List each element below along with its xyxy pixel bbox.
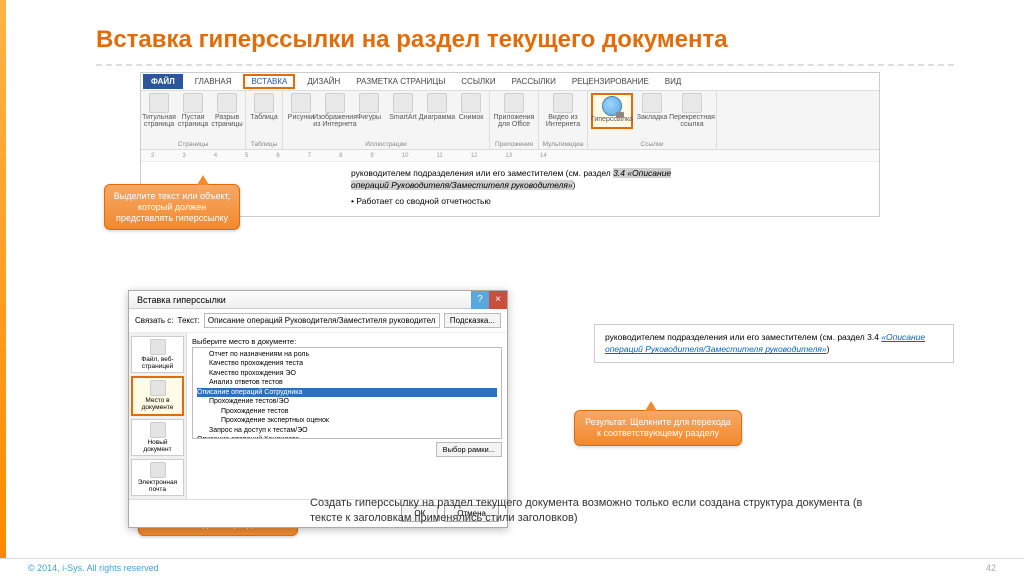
dialog-titlebar: Вставка гиперссылки ? × bbox=[129, 291, 507, 309]
slide-footer: © 2014, i-Sys. All rights reserved 42 bbox=[0, 558, 1024, 576]
tab-insert[interactable]: ВСТАВКА bbox=[243, 74, 295, 89]
online-video-button[interactable]: Видео из Интернета bbox=[542, 93, 584, 129]
tab-view[interactable]: ВИД bbox=[661, 74, 686, 89]
webpic-icon bbox=[325, 93, 345, 113]
dialog-title: Вставка гиперссылки bbox=[137, 295, 226, 305]
tree-item[interactable]: Отчет по назначениям на роль bbox=[197, 350, 497, 359]
video-icon bbox=[553, 93, 573, 113]
document-structure-tree[interactable]: Отчет по назначениям на роль Качество пр… bbox=[192, 347, 502, 439]
shapes-icon bbox=[359, 93, 379, 113]
doc-line: операций Руководителя/Заместителя руково… bbox=[351, 180, 849, 192]
blank-icon bbox=[183, 93, 203, 113]
linkto-place-in-doc[interactable]: Место в документе bbox=[131, 376, 184, 415]
linkto-email[interactable]: Электронная почта bbox=[131, 459, 184, 496]
tree-item[interactable]: Прохождение тестов/ЭО bbox=[197, 397, 497, 406]
tab-review[interactable]: РЕЦЕНЗИРОВАНИЕ bbox=[568, 74, 653, 89]
accent-bar bbox=[0, 0, 6, 558]
target-frame-button[interactable]: Выбор рамки... bbox=[436, 442, 502, 457]
linkto-new-doc[interactable]: Новый документ bbox=[131, 419, 184, 456]
chart-icon bbox=[427, 93, 447, 113]
page-number: 42 bbox=[986, 563, 996, 573]
newdoc-icon bbox=[150, 422, 166, 438]
online-pictures-button[interactable]: Изображения из Интернета bbox=[320, 93, 350, 129]
ruler: 234567891011121314 bbox=[141, 149, 879, 161]
crossref-icon bbox=[682, 93, 702, 113]
place-icon bbox=[150, 380, 166, 396]
shapes-button[interactable]: Фигуры bbox=[354, 93, 384, 129]
tree-item[interactable]: Качество прохождения теста bbox=[197, 359, 497, 368]
tree-item[interactable]: Прохождение тестов bbox=[197, 407, 497, 416]
cross-reference-button[interactable]: Перекрестная ссылка bbox=[671, 93, 713, 129]
doc-line: руководителем подразделения или его заме… bbox=[351, 168, 849, 180]
break-icon bbox=[217, 93, 237, 113]
chart-button[interactable]: Диаграмма bbox=[422, 93, 452, 129]
blank-page-button[interactable]: Пустая страница bbox=[178, 93, 208, 129]
doc-bullet: • Работает со сводной отчетностью bbox=[351, 192, 849, 208]
pick-place-label: Выберите место в документе: bbox=[192, 336, 502, 347]
ribbon-tabs: ФАЙЛ ГЛАВНАЯ ВСТАВКА ДИЗАЙН РАЗМЕТКА СТР… bbox=[141, 73, 879, 91]
pictures-button[interactable]: Рисунки bbox=[286, 93, 316, 129]
dialog-text-row: Связать с: Текст: Подсказка... bbox=[129, 309, 507, 333]
callout-result: Результат. Щелкните для перехода к соотв… bbox=[574, 410, 742, 446]
dialog-close-button[interactable]: × bbox=[489, 291, 507, 309]
text-label: Текст: bbox=[178, 316, 200, 325]
linkto-file-web[interactable]: Файл, веб-страницей bbox=[131, 336, 184, 373]
screentip-button[interactable]: Подсказка... bbox=[444, 313, 501, 328]
tree-item[interactable]: Прохождение экспертных оценок bbox=[197, 416, 497, 425]
tab-mailings[interactable]: РАССЫЛКИ bbox=[508, 74, 560, 89]
bookmark-button[interactable]: Закладка bbox=[637, 93, 667, 129]
bottom-note: Создать гиперссылку на раздел текущего д… bbox=[310, 496, 870, 526]
result-preview: руководителем подразделения или его заме… bbox=[594, 324, 954, 363]
divider bbox=[96, 64, 954, 66]
page-break-button[interactable]: Разрыв страницы bbox=[212, 93, 242, 129]
slide-title: Вставка гиперссылки на раздел текущего д… bbox=[96, 26, 728, 54]
globe-link-icon bbox=[602, 96, 622, 116]
tab-layout[interactable]: РАЗМЕТКА СТРАНИЦЫ bbox=[352, 74, 449, 89]
mail-icon bbox=[150, 462, 166, 478]
dialog-help-button[interactable]: ? bbox=[471, 291, 489, 309]
tab-references[interactable]: ССЫЛКИ bbox=[457, 74, 499, 89]
cover-page-button[interactable]: Титульная страница bbox=[144, 93, 174, 129]
table-icon bbox=[254, 93, 274, 113]
copyright: © 2014, i-Sys. All rights reserved bbox=[28, 563, 159, 573]
link-to-sidebar: Файл, веб-страницей Место в документе Но… bbox=[129, 333, 187, 499]
apps-button[interactable]: Приложения для Office bbox=[493, 93, 535, 129]
smartart-icon bbox=[393, 93, 413, 113]
screenshot-icon bbox=[461, 93, 481, 113]
insert-hyperlink-dialog: Вставка гиперссылки ? × Связать с: Текст… bbox=[128, 290, 508, 528]
pic-icon bbox=[291, 93, 311, 113]
ribbon-body: Титульная страница Пустая страница Разры… bbox=[141, 91, 879, 149]
tab-design[interactable]: ДИЗАЙН bbox=[303, 74, 344, 89]
page-icon bbox=[149, 93, 169, 113]
text-to-display-input[interactable] bbox=[204, 313, 440, 328]
screenshot-button[interactable]: Снимок bbox=[456, 93, 486, 129]
hyperlink-button[interactable]: Гиперссылка bbox=[591, 93, 633, 129]
word-window: ФАЙЛ ГЛАВНАЯ ВСТАВКА ДИЗАЙН РАЗМЕТКА СТР… bbox=[140, 72, 880, 217]
document-area[interactable]: руководителем подразделения или его заме… bbox=[141, 161, 879, 216]
callout-select-text: Выделите текст или объект, который долже… bbox=[104, 184, 240, 230]
smartart-button[interactable]: SmartArt bbox=[388, 93, 418, 129]
tree-item[interactable]: Анализ ответов тестов bbox=[197, 378, 497, 387]
tab-file[interactable]: ФАЙЛ bbox=[143, 74, 183, 89]
tree-item[interactable]: Качество прохождения ЭО bbox=[197, 369, 497, 378]
link-to-label: Связать с: bbox=[135, 316, 174, 325]
tree-item-selected[interactable]: Описание операций Сотрудника bbox=[197, 388, 497, 397]
tree-item[interactable]: Запрос на доступ к тестам/ЭО bbox=[197, 426, 497, 435]
tab-home[interactable]: ГЛАВНАЯ bbox=[191, 74, 236, 89]
apps-icon bbox=[504, 93, 524, 113]
bookmark-icon bbox=[642, 93, 662, 113]
table-button[interactable]: Таблица bbox=[249, 93, 279, 121]
file-icon bbox=[150, 339, 166, 355]
